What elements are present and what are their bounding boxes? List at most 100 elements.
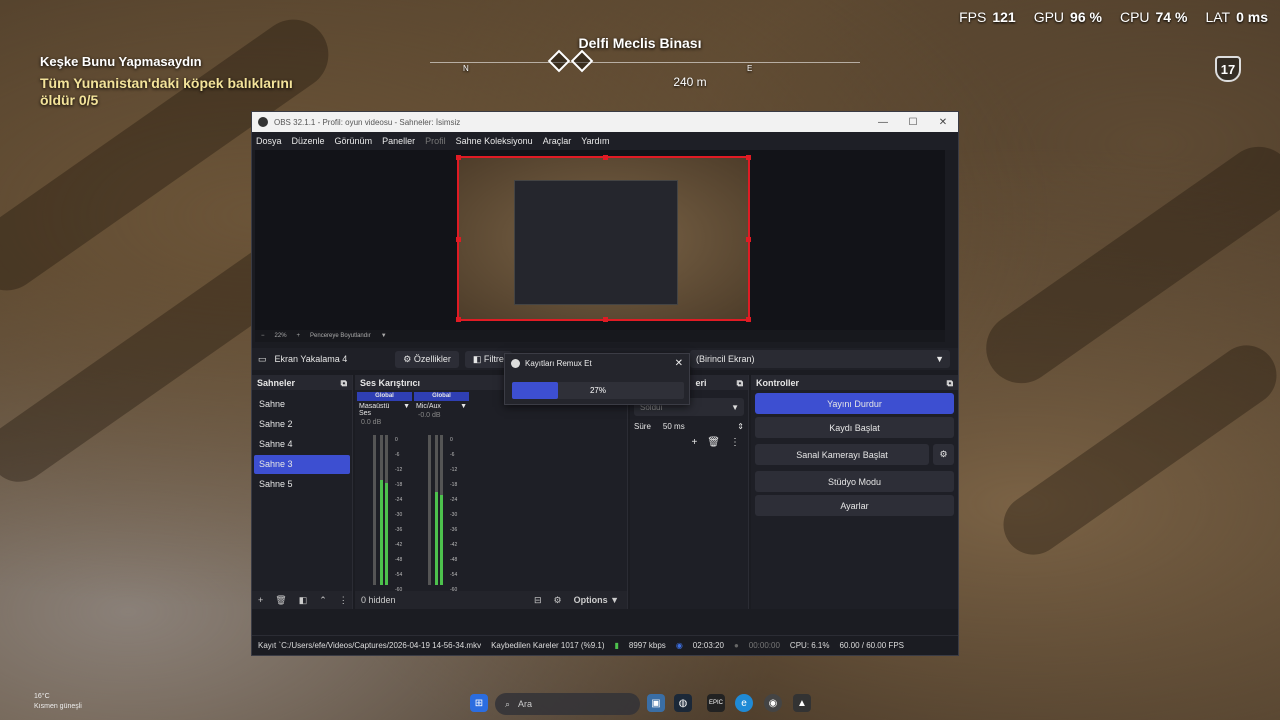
gpu-stat: GPU 96 %	[1033, 9, 1102, 25]
menu-view[interactable]: Görünüm	[335, 136, 373, 146]
stop-stream-button[interactable]: Yayını Durdur	[755, 393, 954, 414]
weather-widget[interactable]: 16°C Kısmen güneşli	[14, 692, 82, 712]
compass-north: N	[463, 64, 469, 73]
scenes-header: Sahneler ⧉	[252, 375, 352, 390]
resize-handle[interactable]	[456, 155, 461, 160]
close-icon[interactable]: ✕	[675, 358, 683, 369]
chevron-down-icon: ▼	[935, 354, 944, 364]
location-name: Delfi Meclis Binası	[578, 35, 702, 51]
latency-stat: LAT 0 ms	[1205, 9, 1268, 25]
dock-menu-icon[interactable]: ⧉	[737, 378, 743, 388]
fps-stat: FPS 121	[959, 9, 1016, 25]
menu-profile[interactable]: Profil	[425, 136, 446, 146]
edge-icon[interactable]: e	[735, 694, 753, 712]
record-icon: ●	[733, 641, 739, 650]
studio-mode-button[interactable]: Stüdyo Modu	[755, 471, 954, 492]
dock-menu-icon[interactable]: ⧉	[947, 378, 953, 388]
weather-condition: Kısmen güneşli	[34, 703, 82, 710]
chevron-down-icon[interactable]: ▼	[381, 333, 387, 339]
level-badge: 17	[1215, 56, 1241, 82]
obs-logo-icon	[511, 358, 520, 368]
minimize-button[interactable]: —	[868, 117, 898, 128]
search-icon: ⌕	[505, 698, 511, 709]
chevron-down-icon: ▼	[731, 402, 739, 412]
level-meter	[440, 435, 443, 585]
mixer-dock: Ses Karıştırıcı Global Masaüstü Ses ▼ 0.0…	[355, 375, 628, 609]
scene-item[interactable]: Sahne 4	[254, 435, 350, 454]
filter-icon[interactable]: ◧	[299, 595, 308, 606]
gear-icon[interactable]: ⚙	[933, 444, 954, 465]
layout-icon[interactable]: ⊟	[534, 595, 542, 606]
duration-label: Süre	[634, 422, 651, 431]
resize-handle[interactable]	[746, 317, 751, 322]
cpu-stat: CPU 74 %	[1119, 9, 1188, 25]
duration-row: Süre 50 ms ⇕	[634, 422, 744, 431]
remux-title: Kayıtları Remux Et	[525, 358, 592, 368]
zoom-mode[interactable]: Pencereye Boyutlandır	[310, 333, 371, 339]
add-icon[interactable]: +	[691, 437, 697, 448]
menu-edit[interactable]: Düzenle	[292, 136, 325, 146]
zoom-out-button[interactable]: −	[261, 333, 265, 339]
stepper-icon[interactable]: ⇕	[737, 422, 744, 431]
menu-scene-collection[interactable]: Sahne Koleksiyonu	[456, 136, 533, 146]
scene-item[interactable]: Sahne 5	[254, 475, 350, 494]
resize-handle[interactable]	[603, 317, 608, 322]
menu-docks[interactable]: Paneller	[382, 136, 415, 146]
epic-games-icon[interactable]: EPIC	[707, 694, 725, 712]
file-explorer-icon[interactable]: ▣	[647, 694, 665, 712]
more-icon[interactable]: ⋮	[339, 595, 348, 606]
volume-slider[interactable]	[373, 435, 376, 585]
start-virtualcam-button[interactable]: Sanal Kamerayı Başlat	[755, 444, 929, 465]
cpu-usage: CPU: 6.1%	[789, 641, 830, 650]
trash-icon[interactable]: 🗑	[275, 595, 286, 606]
mixer-settings-icon[interactable]: ⚙	[554, 595, 562, 606]
volume-slider[interactable]	[428, 435, 431, 585]
scene-item[interactable]: Sahne	[254, 395, 350, 414]
maximize-button[interactable]: ☐	[898, 117, 928, 128]
zoom-in-button[interactable]: +	[297, 333, 301, 339]
resize-handle[interactable]	[746, 237, 751, 242]
channel-db: 0.0 dB	[361, 419, 382, 426]
level-meter	[385, 435, 388, 585]
properties-button[interactable]: ⚙ Özellikler	[395, 350, 459, 368]
preview-canvas[interactable]	[456, 155, 751, 322]
steam-icon[interactable]: ◍	[674, 694, 692, 712]
window-title: OBS 32.1.1 - Profil: oyun videosu - Sahn…	[274, 117, 461, 127]
settings-button[interactable]: Ayarlar	[755, 495, 954, 516]
dropped-frames: Kaybedilen Kareler 1017 (%9.1)	[491, 641, 605, 650]
display-select[interactable]: (Birincil Ekran) ▼	[690, 350, 950, 368]
dock-menu-icon[interactable]: ⧉	[341, 378, 347, 388]
obs-logo-icon	[258, 117, 268, 127]
scene-item-active[interactable]: Sahne 3	[254, 455, 350, 474]
stream-time: 02:03:20	[692, 641, 724, 650]
channel-name[interactable]: Masaüstü Ses ▼	[357, 401, 412, 419]
menu-tools[interactable]: Araçlar	[543, 136, 572, 146]
add-icon[interactable]: +	[258, 595, 263, 605]
duration-input[interactable]: 50 ms	[662, 422, 738, 431]
chevron-up-icon[interactable]: ⌃	[319, 595, 327, 606]
status-bar: Kayıt `C:/Users/efe/Videos/Captures/2026…	[252, 635, 958, 655]
source-name: Ekran Yakalama 4	[274, 354, 348, 364]
resize-handle[interactable]	[603, 155, 608, 160]
options-button[interactable]: Options ▼	[574, 595, 619, 605]
preview-area[interactable]	[255, 150, 945, 330]
taskbar-search[interactable]: ⌕ Ara	[495, 693, 640, 715]
close-button[interactable]: ✕	[928, 117, 958, 128]
channel-name[interactable]: Mic/Aux ▼	[414, 401, 469, 412]
trash-icon[interactable]: 🗑	[707, 437, 720, 448]
resize-handle[interactable]	[746, 155, 751, 160]
app-icon[interactable]: ▲	[793, 694, 811, 712]
scene-item[interactable]: Sahne 2	[254, 415, 350, 434]
more-icon[interactable]: ⋮	[730, 437, 740, 448]
level-meter	[435, 435, 438, 585]
resize-handle[interactable]	[456, 317, 461, 322]
windows-start-icon[interactable]: ⊞	[470, 694, 488, 712]
resize-handle[interactable]	[456, 237, 461, 242]
obs-taskbar-icon[interactable]: ◉	[764, 694, 782, 712]
channel-db: -0.0 dB	[418, 412, 441, 419]
mixer-footer: 0 hidden ⊟ ⚙ Options ▼	[355, 591, 627, 609]
menu-help[interactable]: Yardım	[581, 136, 609, 146]
start-record-button[interactable]: Kaydı Başlat	[755, 417, 954, 438]
menu-file[interactable]: Dosya	[256, 136, 282, 146]
meter-scale: 0 -6 -12 -18 -24 -30 -36 -42 -48 -54 -60	[395, 437, 403, 593]
